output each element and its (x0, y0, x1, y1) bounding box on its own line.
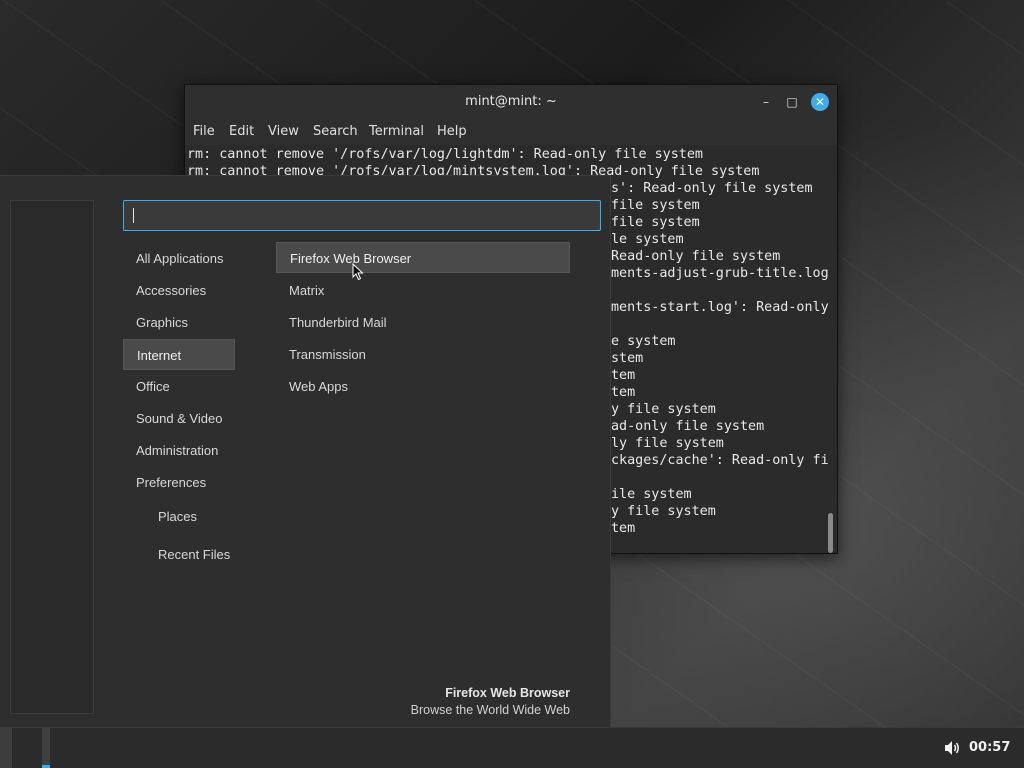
category-graphics[interactable]: Graphics (123, 307, 235, 338)
app-description-subtitle: Browse the World Wide Web (410, 703, 570, 717)
places-item[interactable]: Places (158, 509, 197, 524)
close-button[interactable]: ✕ (811, 93, 829, 111)
app-firefox[interactable]: Firefox Web Browser (276, 242, 570, 273)
terminal-line: ile system (611, 487, 692, 502)
text-cursor (133, 208, 134, 223)
category-preferences[interactable]: Preferences (123, 467, 235, 498)
taskbar-window-button[interactable] (42, 728, 50, 768)
terminal-menubar: File Edit View Search Terminal Help (185, 119, 837, 145)
search-input[interactable] (123, 200, 601, 231)
category-office[interactable]: Office (123, 371, 235, 402)
terminal-line: ments-start.log': Read-only (611, 300, 829, 315)
mouse-pointer-icon (352, 263, 364, 281)
terminal-line: y file system (611, 504, 716, 519)
recent-files-item[interactable]: Recent Files (158, 547, 230, 562)
taskbar-panel: 00:57 (0, 727, 1024, 768)
menu-launcher-button[interactable] (0, 728, 12, 768)
terminal-line: file system (611, 198, 700, 213)
favorites-sidebar (10, 200, 94, 714)
menu-help[interactable]: Help (437, 124, 467, 139)
terminal-line: ments-adjust-grub-title.log (611, 266, 829, 281)
terminal-title: mint@mint: ~ (465, 94, 557, 109)
menu-file[interactable]: File (193, 124, 215, 139)
menu-search[interactable]: Search (313, 124, 358, 139)
app-transmission[interactable]: Transmission (276, 339, 570, 370)
terminal-line: rm: cannot remove '/rofs/var/log/lightdm… (187, 147, 703, 162)
clock[interactable]: 00:57 (969, 740, 1010, 755)
terminal-line: tem (611, 521, 636, 536)
terminal-line: file system (611, 215, 700, 230)
app-thunderbird[interactable]: Thunderbird Mail (276, 307, 570, 338)
maximize-button[interactable]: □ (783, 93, 801, 111)
category-internet[interactable]: Internet (123, 339, 235, 370)
minimize-button[interactable]: – (757, 93, 775, 111)
terminal-line: tem (611, 385, 636, 400)
terminal-line: e system (611, 334, 676, 349)
menu-terminal[interactable]: Terminal (369, 124, 424, 139)
category-all-applications[interactable]: All Applications (123, 243, 235, 274)
application-menu: All Applications Accessories Graphics In… (0, 175, 611, 727)
app-web-apps[interactable]: Web Apps (276, 371, 570, 402)
terminal-line: ad-only file system (611, 419, 765, 434)
terminal-line: stem (611, 351, 644, 366)
terminal-titlebar[interactable]: mint@mint: ~ – □ ✕ (185, 85, 837, 119)
terminal-scrollbar[interactable] (828, 513, 833, 553)
terminal-line: le system (611, 232, 684, 247)
category-sound-video[interactable]: Sound & Video (123, 403, 235, 434)
terminal-line: ckages/cache': Read-only fi (611, 453, 829, 468)
menu-edit[interactable]: Edit (229, 124, 254, 139)
menu-view[interactable]: View (268, 124, 299, 139)
terminal-line: ly file system (611, 436, 724, 451)
terminal-line: Read-only file system (611, 249, 781, 264)
category-administration[interactable]: Administration (123, 435, 235, 466)
app-description-title: Firefox Web Browser (445, 686, 570, 700)
category-accessories[interactable]: Accessories (123, 275, 235, 306)
terminal-line: s': Read-only file system (611, 181, 813, 196)
app-matrix[interactable]: Matrix (276, 275, 570, 306)
terminal-line: y file system (611, 402, 716, 417)
speaker-icon[interactable] (942, 738, 962, 758)
terminal-line: tem (611, 368, 636, 383)
